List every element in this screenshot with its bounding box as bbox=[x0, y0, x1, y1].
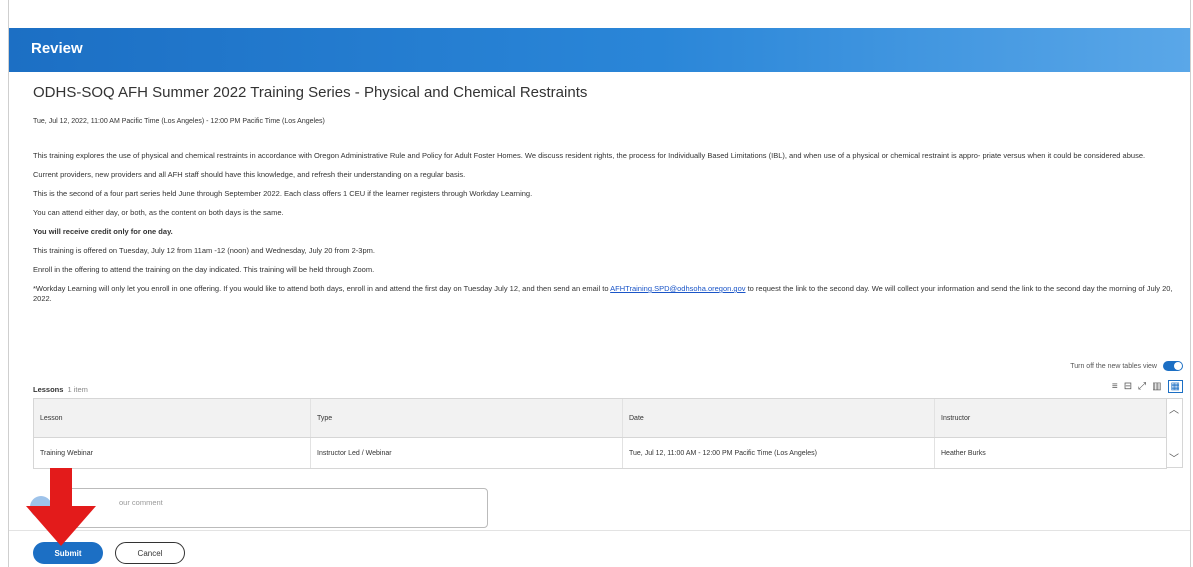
instructor-cell: Heather Burks bbox=[941, 449, 986, 457]
lesson-cell: Training Webinar bbox=[34, 438, 311, 468]
course-datetime: Tue, Jul 12, 2022, 11:00 AM Pacific Time… bbox=[33, 118, 325, 125]
table-row[interactable]: Training Webinar Instructor Led / Webina… bbox=[34, 438, 1166, 468]
cancel-button[interactable]: Cancel bbox=[115, 542, 185, 564]
lessons-heading: Lessons 1 item bbox=[33, 385, 88, 394]
comment-input[interactable]: our comment bbox=[58, 488, 488, 528]
footer-divider bbox=[9, 530, 1190, 531]
email-link[interactable]: AFHTraining.SPD@odhsoha.oregon.gov bbox=[610, 284, 745, 293]
filter-icon[interactable]: ≡ bbox=[1112, 381, 1118, 392]
scroll-up-icon[interactable]: ︿ bbox=[1169, 401, 1179, 416]
note-text-before: *Workday Learning will only let you enro… bbox=[33, 284, 611, 293]
column-header-date[interactable]: Date bbox=[623, 399, 935, 437]
table-settings-icon[interactable]: ⊟ bbox=[1124, 381, 1132, 392]
column-header-lesson[interactable]: Lesson bbox=[34, 399, 311, 437]
date-cell: Tue, Jul 12, 11:00 AM - 12:00 PM Pacific… bbox=[623, 438, 935, 468]
description-paragraph: Current providers, new providers and all… bbox=[33, 170, 466, 179]
column-header-instructor[interactable]: Instructor bbox=[935, 399, 1166, 437]
header-title: Review bbox=[31, 40, 83, 57]
list-view-icon[interactable]: ▥ bbox=[1152, 381, 1161, 392]
description-paragraph: You can attend either day, or both, as t… bbox=[33, 208, 284, 217]
expand-icon[interactable]: ⤢ bbox=[1138, 381, 1146, 392]
table-view-toggle-row: Turn off the new tables view bbox=[1070, 361, 1183, 371]
table-header-row: Lesson Type Date Instructor bbox=[34, 399, 1166, 438]
description-paragraph: This is the second of a four part series… bbox=[33, 189, 533, 198]
grid-view-icon[interactable]: ▦ bbox=[1167, 380, 1183, 393]
lessons-table: Lesson Type Date Instructor Training Web… bbox=[33, 398, 1167, 469]
description-paragraph: Enroll in the offering to attend the tra… bbox=[33, 265, 375, 274]
description-paragraph: This training is offered on Tuesday, Jul… bbox=[33, 246, 375, 255]
table-view-toggle-label: Turn off the new tables view bbox=[1070, 362, 1157, 370]
course-title: ODHS-SOQ AFH Summer 2022 Training Series… bbox=[33, 84, 588, 101]
credit-notice: You will receive credit only for one day… bbox=[33, 227, 173, 236]
review-header: Review bbox=[9, 28, 1190, 72]
enrollment-note: *Workday Learning will only let you enro… bbox=[33, 284, 1183, 304]
course-description: This training explores the use of physic… bbox=[33, 151, 1183, 313]
lessons-label: Lessons bbox=[33, 385, 64, 394]
lessons-count: 1 item bbox=[67, 385, 88, 394]
scroll-down-icon[interactable]: ﹀ bbox=[1169, 450, 1179, 465]
type-cell: Instructor Led / Webinar bbox=[311, 438, 623, 468]
table-toolbar: ≡ ⊟ ⤢ ▥ ▦ bbox=[1112, 380, 1183, 393]
red-arrow-annotation-icon bbox=[26, 468, 96, 546]
table-scrollbar[interactable]: ︿ ﹀ bbox=[1166, 398, 1183, 468]
column-header-type[interactable]: Type bbox=[311, 399, 623, 437]
table-view-toggle[interactable] bbox=[1163, 361, 1183, 371]
description-paragraph: This training explores the use of physic… bbox=[33, 151, 1146, 160]
